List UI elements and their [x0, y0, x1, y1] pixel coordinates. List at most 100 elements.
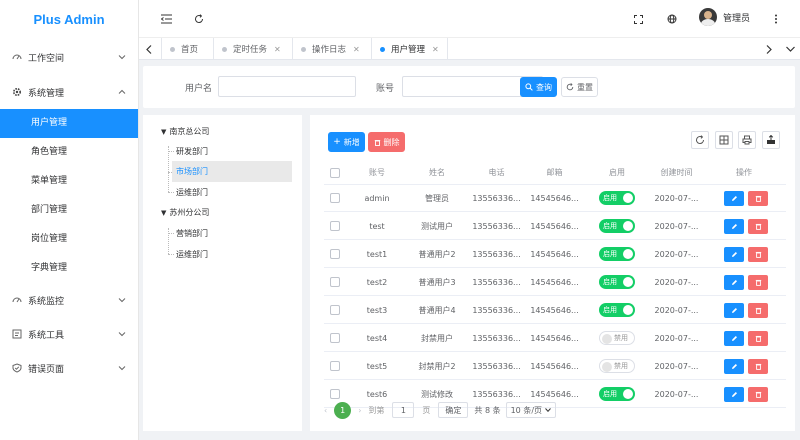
tab-scheduled-tasks[interactable]: 定时任务 ✕ — [213, 38, 289, 60]
cell-account: test4 — [366, 333, 388, 343]
delete-row-button[interactable] — [748, 330, 768, 346]
reset-button[interactable]: 重置 — [561, 77, 598, 97]
tab-dot — [170, 46, 175, 52]
tree-node-rd[interactable]: 研发部门 — [172, 141, 292, 162]
tree-node-marketing[interactable]: 市场部门 — [172, 161, 292, 182]
edit-row-button[interactable] — [724, 358, 744, 374]
enabled-switch[interactable]: 启用 — [599, 303, 635, 317]
tree-node-sales[interactable]: 营销部门 — [172, 223, 292, 244]
collapse-menu-icon[interactable] — [158, 11, 174, 27]
enabled-switch[interactable]: 禁用 — [599, 331, 635, 345]
tab-scroll-right-icon[interactable] — [759, 38, 779, 60]
prev-page-icon[interactable]: ‹ — [324, 406, 327, 415]
edit-row-button[interactable] — [724, 330, 744, 346]
cell-email: 14545646... — [530, 305, 579, 315]
goto-confirm-button[interactable]: 确定 — [438, 402, 469, 418]
enabled-switch[interactable]: 启用 — [599, 191, 635, 205]
cell-created: 2020-07-... — [654, 221, 699, 231]
sidebar-group-tools[interactable]: 系统工具 — [0, 317, 138, 351]
edit-row-button[interactable] — [724, 386, 744, 402]
print-icon[interactable] — [738, 131, 756, 149]
tree-node-ops-2[interactable]: 运维部门 — [172, 244, 292, 265]
caret-down-icon[interactable]: ▼ — [161, 128, 166, 136]
row-checkbox[interactable] — [324, 325, 346, 351]
page-size-value: 10 条/页 — [510, 405, 543, 415]
caret-down-icon[interactable]: ▼ — [161, 209, 166, 217]
refresh-icon — [566, 83, 574, 91]
sidebar-group-system[interactable]: 系统管理 — [0, 75, 138, 109]
sidebar-group-monitor[interactable]: 系统监控 — [0, 283, 138, 317]
sidebar-item-posts[interactable]: 岗位管理 — [0, 225, 138, 254]
delete-row-button[interactable] — [748, 190, 768, 206]
query-label: 查询 — [536, 82, 552, 92]
delete-users-button[interactable]: 删除 — [368, 132, 405, 152]
row-checkbox[interactable] — [324, 297, 346, 323]
dashboard-icon — [12, 52, 22, 62]
tab-scroll-left-icon[interactable] — [139, 38, 159, 60]
edit-row-button[interactable] — [724, 302, 744, 318]
row-checkbox[interactable] — [324, 241, 346, 267]
table-refresh-icon[interactable] — [691, 131, 709, 149]
row-checkbox[interactable] — [324, 353, 346, 379]
row-checkbox[interactable] — [324, 269, 346, 295]
enabled-switch[interactable]: 启用 — [599, 247, 635, 261]
column-header: 创建时间 — [660, 168, 693, 177]
enabled-switch[interactable]: 启用 — [599, 387, 635, 401]
add-user-button[interactable]: + 新增 — [328, 132, 365, 152]
row-checkbox[interactable] — [324, 185, 346, 211]
close-icon[interactable]: ✕ — [353, 45, 360, 54]
tree-node-nanjing[interactable]: ▼ 南京总公司 — [161, 121, 209, 142]
edit-row-button[interactable] — [724, 218, 744, 234]
delete-row-button[interactable] — [748, 302, 768, 318]
tree-node-suzhou[interactable]: ▼ 苏州分公司 — [161, 202, 209, 223]
sidebar-item-dictionary[interactable]: 字典管理 — [0, 254, 138, 283]
refresh-icon[interactable] — [191, 11, 207, 27]
row-checkbox[interactable] — [324, 213, 346, 239]
sidebar-item-users[interactable]: 用户管理 — [0, 109, 138, 138]
cell-phone: 13556336... — [472, 249, 521, 259]
sidebar-group-workspace[interactable]: 工作空间 — [0, 40, 138, 74]
avatar — [699, 8, 717, 26]
page-number-current[interactable]: 1 — [334, 401, 352, 419]
delete-row-button[interactable] — [748, 386, 768, 402]
enabled-switch[interactable]: 启用 — [599, 275, 635, 289]
sidebar-group-errors[interactable]: 错误页面 — [0, 351, 138, 385]
pencil-icon — [731, 251, 737, 257]
edit-row-button[interactable] — [724, 246, 744, 262]
edit-row-button[interactable] — [724, 190, 744, 206]
more-vertical-icon[interactable] — [768, 11, 784, 27]
tree-node-ops[interactable]: 运维部门 — [172, 182, 292, 203]
delete-row-button[interactable] — [748, 218, 768, 234]
select-all-checkbox[interactable] — [324, 161, 346, 184]
username-input[interactable] — [218, 76, 356, 97]
delete-row-button[interactable] — [748, 358, 768, 374]
close-icon[interactable]: ✕ — [432, 45, 439, 54]
goto-page-input[interactable]: 1 — [392, 402, 415, 418]
fullscreen-icon[interactable] — [630, 11, 646, 27]
tab-user-management[interactable]: 用户管理 ✕ — [371, 38, 448, 60]
enabled-switch[interactable]: 禁用 — [599, 359, 635, 373]
next-page-icon[interactable]: › — [358, 406, 361, 415]
tab-menu-chevron-icon[interactable] — [780, 38, 800, 60]
language-globe-icon[interactable] — [664, 11, 680, 27]
delete-row-button[interactable] — [748, 246, 768, 262]
delete-row-button[interactable] — [748, 274, 768, 290]
tab-operation-log[interactable]: 操作日志 ✕ — [292, 38, 368, 60]
sidebar-item-menus[interactable]: 菜单管理 — [0, 167, 138, 196]
cell-phone: 13556336... — [472, 361, 521, 371]
sidebar-item-roles[interactable]: 角色管理 — [0, 138, 138, 167]
tab-home[interactable]: 首页 — [161, 38, 206, 60]
user-menu[interactable]: 管理员 — [699, 8, 750, 26]
table-header: 账号 姓名 电话 邮箱 启用 创建时间 操作 — [324, 161, 786, 185]
cell-enabled: 禁用 — [592, 325, 642, 351]
sidebar-item-departments[interactable]: 部门管理 — [0, 196, 138, 225]
edit-row-button[interactable] — [724, 274, 744, 290]
enabled-switch[interactable]: 启用 — [599, 219, 635, 233]
export-icon[interactable] — [762, 131, 780, 149]
page-size-select[interactable]: 10 条/页 — [505, 402, 557, 418]
query-button[interactable]: 查询 — [520, 77, 557, 97]
cell-created: 2020-07-... — [654, 249, 699, 259]
add-label: 新增 — [343, 137, 360, 147]
column-settings-icon[interactable] — [715, 131, 733, 149]
close-icon[interactable]: ✕ — [274, 45, 281, 54]
